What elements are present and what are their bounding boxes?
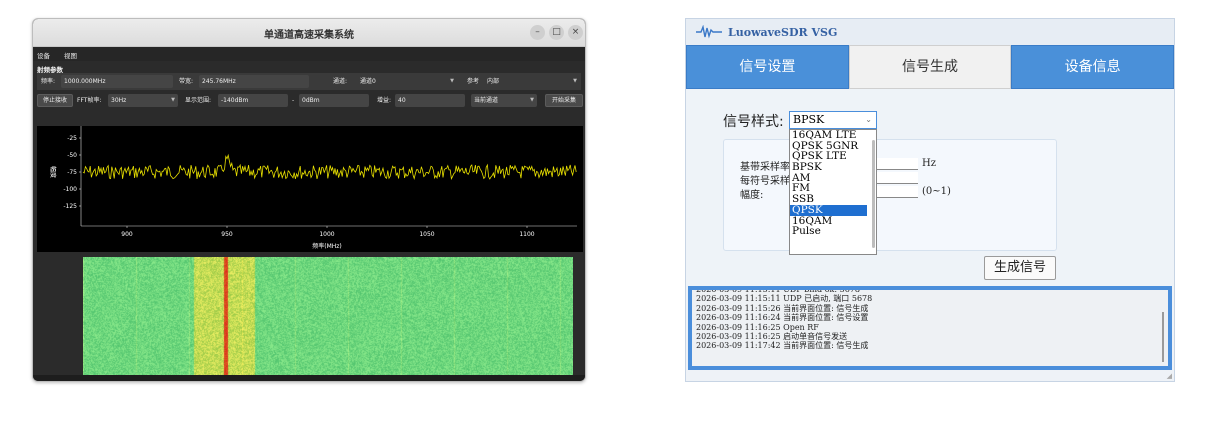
y-tick-label: -75 — [67, 169, 77, 176]
resize-grip-icon[interactable]: ◢ — [1167, 372, 1172, 380]
section-title: 射频参数 — [33, 61, 585, 74]
start-capture-button[interactable]: 开始采集 — [545, 94, 583, 107]
tab-signal-settings[interactable]: 信号设置 — [686, 45, 849, 89]
freq-field[interactable]: 1000.000MHz — [61, 75, 173, 88]
stop-receive-button[interactable]: 停止接收 — [37, 94, 73, 107]
waterfall-display — [83, 257, 573, 377]
chevron-down-icon: ⌄ — [865, 115, 872, 124]
window-title: 单通道高速采集系统 — [264, 30, 354, 41]
x-tick-label: 1050 — [419, 231, 434, 238]
tab-device-info[interactable]: 设备信息 — [1011, 45, 1175, 89]
main-tabs: 信号设置 信号生成 设备信息 — [686, 45, 1175, 89]
menu-bar: 设备 视图 — [33, 47, 585, 61]
reference-select[interactable]: 内部 ▼ — [484, 75, 580, 88]
chevron-down-icon: ▼ — [450, 78, 454, 84]
log-panel: 2026-03-09 11:15:11 UDP bind ok: 5678 20… — [688, 286, 1172, 370]
y-tick-label: -125 — [63, 203, 77, 210]
fft-rate-value: 30Hz — [111, 97, 127, 104]
fft-rate-label: FFT帧率: — [77, 97, 102, 104]
y-tick-label: -100 — [63, 186, 77, 193]
vsg-window: LuowaveSDR VSG 信号设置 信号生成 设备信息 信号样式: BPSK… — [685, 18, 1175, 382]
log-line: 2026-03-09 11:16:25 Open RF — [696, 322, 819, 332]
current-channel-select[interactable]: 当前通道 ▼ — [471, 94, 537, 107]
signal-style-label: 信号样式: — [723, 114, 784, 130]
generate-signal-button[interactable]: 生成信号 — [984, 256, 1056, 280]
y-tick-label: -50 — [67, 152, 77, 159]
bandwidth-label: 带宽: — [179, 78, 194, 85]
x-tick-label: 950 — [221, 231, 233, 238]
freq-label: 频率: — [41, 78, 56, 85]
menu-view[interactable]: 视图 — [64, 50, 77, 60]
window-title: LuowaveSDR VSG — [728, 25, 838, 39]
menu-device[interactable]: 设备 — [37, 50, 50, 60]
chevron-down-icon: ▼ — [573, 78, 577, 84]
rf-param-row: 频率: 1000.000MHz 带宽: 245.76MHz 通道: 通道0 ▼ … — [37, 73, 581, 90]
sample-rate-input[interactable] — [872, 158, 918, 170]
bandwidth-field[interactable]: 245.76MHz — [199, 75, 309, 88]
range-max-field[interactable]: 0dBm — [299, 94, 369, 107]
title-bar: 单通道高速采集系统 – □ × — [33, 19, 585, 47]
param-group: 基带采样率 Hz 每符号采样 幅度: (0~1) — [723, 139, 1057, 251]
dropdown-scrollbar[interactable] — [872, 140, 875, 248]
log-line: 2026-03-09 11:17:42 当前界面位置: 信号生成 — [696, 341, 869, 351]
amplitude-input[interactable] — [872, 186, 918, 198]
y-axis-label: 幅度 — [49, 166, 57, 178]
log-line: 2026-03-09 11:16:24 当前界面位置: 信号设置 — [696, 313, 869, 323]
signal-style-dropdown: 16QAM LTE QPSK 5GNR QPSK LTE BPSK AM FM … — [789, 129, 877, 255]
display-range-label: 显示范围: — [185, 97, 212, 104]
range-separator: - — [292, 97, 295, 104]
control-row: 停止接收 FFT帧率: 30Hz ▼ 显示范围: -140dBm - 0dBm … — [37, 92, 583, 109]
channel-select[interactable]: 通道0 ▼ — [357, 75, 457, 88]
reference-label: 参考 — [467, 78, 480, 85]
title-bar: LuowaveSDR VSG — [686, 19, 1174, 45]
x-tick-label: 1100 — [519, 231, 534, 238]
amplitude-unit: (0~1) — [922, 186, 951, 197]
spectrum-plot: 幅度 -25-50-75-100-125 900 950 1000 1050 1100 … — [37, 126, 583, 252]
dropdown-option-highlighted[interactable]: QPSK — [790, 205, 867, 216]
x-axis-label: 频率(MHz) — [312, 242, 342, 250]
current-channel-value: 当前通道 — [474, 97, 499, 104]
maximize-button[interactable]: □ — [549, 25, 564, 40]
log-line: 2026-03-09 11:15:26 当前界面位置: 信号生成 — [696, 303, 869, 313]
chevron-down-icon: ▼ — [530, 97, 534, 103]
log-line: 2026-03-09 11:15:11 UDP 已启动, 端口 5678 — [696, 294, 873, 304]
sample-rate-label: 基带采样率 — [740, 162, 790, 173]
samples-per-symbol-label: 每符号采样 — [740, 176, 790, 187]
status-bar — [33, 375, 585, 381]
waveform-logo-icon — [696, 25, 722, 39]
minimize-button[interactable]: – — [530, 25, 545, 40]
channel-label: 通道: — [333, 78, 348, 85]
channel-value: 通道0 — [360, 78, 376, 85]
signal-style-select[interactable]: BPSK ⌄ — [789, 111, 877, 129]
sdr-receiver-window: 单通道高速采集系统 – □ × 设备 视图 射频参数 频率: 1000.000M… — [32, 18, 586, 382]
close-button[interactable]: × — [568, 25, 583, 40]
chevron-down-icon: ▼ — [171, 97, 175, 103]
samples-per-symbol-input[interactable] — [872, 172, 918, 184]
x-tick-label: 900 — [121, 231, 133, 238]
tab-signal-generation[interactable]: 信号生成 — [848, 45, 1012, 89]
spectrum-trace — [82, 153, 577, 180]
fft-rate-select[interactable]: 30Hz ▼ — [108, 94, 178, 107]
reference-value: 内部 — [487, 78, 500, 85]
log-scrollbar[interactable] — [1162, 312, 1164, 362]
amplitude-label: 幅度: — [740, 190, 764, 201]
gain-label: 增益: — [377, 97, 392, 104]
y-tick-label: -25 — [67, 135, 77, 142]
sample-rate-unit: Hz — [922, 158, 936, 169]
selected-signal: BPSK — [793, 113, 825, 126]
range-min-field[interactable]: -140dBm — [218, 94, 288, 107]
dropdown-option[interactable]: Pulse — [790, 226, 876, 237]
x-tick-label: 1000 — [319, 231, 334, 238]
gain-field[interactable]: 40 — [395, 94, 465, 107]
